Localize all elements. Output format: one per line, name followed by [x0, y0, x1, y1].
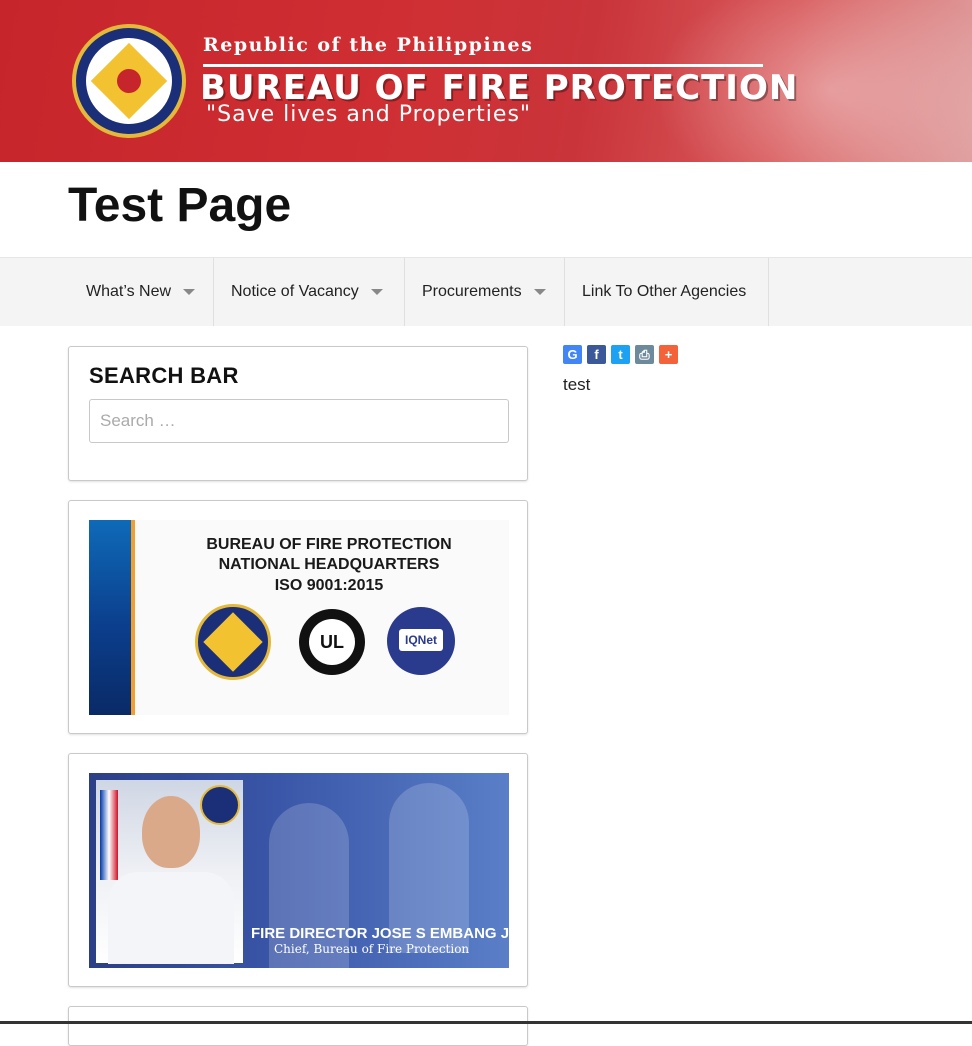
chevron-down-icon	[533, 289, 546, 295]
more-icon[interactable]: +	[659, 345, 678, 364]
iso-certification-banner[interactable]: BUREAU OF FIRE PROTECTION NATIONAL HEADQ…	[89, 520, 509, 715]
bfp-seal-icon	[200, 785, 240, 825]
chief-uniform	[108, 872, 234, 964]
nav-item-link-to-other-agencies[interactable]: Link To Other Agencies	[565, 258, 769, 326]
nav-label: Procurements	[422, 283, 522, 300]
iso-line-headquarters: NATIONAL HEADQUARTERS	[218, 556, 440, 573]
iso-certification-widget: BUREAU OF FIRE PROTECTION NATIONAL HEADQ…	[68, 500, 528, 734]
search-widget-title: SEARCH BAR	[89, 363, 239, 388]
chevron-down-icon	[183, 289, 196, 295]
header-motto: "Save lives and Properties"	[206, 102, 532, 127]
nav-label: Notice of Vacancy	[231, 283, 359, 300]
search-widget: SEARCH BAR	[68, 346, 528, 481]
nav-item-procurements[interactable]: Procurements	[405, 258, 565, 326]
chief-profile-widget: FIRE DIRECTOR JOSE S EMBANG JR Chief, Bu…	[68, 753, 528, 987]
iso-banner-stripe	[89, 520, 131, 715]
page-title: Test Page	[68, 179, 292, 232]
nav-label: Link To Other Agencies	[582, 283, 747, 300]
site-header-banner[interactable]: Republic of the Philippines BUREAU OF FI…	[0, 0, 972, 162]
iqnet-certified-icon: IQNet	[387, 607, 455, 675]
header-republic-text: Republic of the Philippines	[203, 34, 534, 56]
print-icon[interactable]: ⎙	[635, 345, 654, 364]
chief-name: FIRE DIRECTOR JOSE S EMBANG JR	[251, 925, 509, 942]
iso-line-standard: ISO 9001:2015	[274, 577, 384, 594]
facebook-icon[interactable]: f	[587, 345, 606, 364]
search-input[interactable]	[89, 399, 509, 443]
bfp-seal-logo[interactable]	[72, 24, 186, 138]
chief-role: Chief, Bureau of Fire Protection	[274, 942, 470, 956]
iso-line-bureau: BUREAU OF FIRE PROTECTION	[206, 536, 452, 553]
nav-label: What’s New	[86, 283, 172, 300]
nav-item-notice-of-vacancy[interactable]: Notice of Vacancy	[214, 258, 405, 326]
bfp-seal-icon	[195, 604, 271, 680]
iso-banner-accent	[131, 520, 135, 715]
twitter-icon[interactable]: t	[611, 345, 630, 364]
next-widget	[68, 1006, 528, 1046]
chief-face	[142, 796, 200, 868]
main-navigation: What’s New Notice of Vacancy Procurement…	[0, 257, 972, 326]
share-buttons: G f t ⎙ +	[563, 345, 678, 364]
ul-registered-firm-icon: UL	[299, 609, 365, 675]
header-rule	[203, 64, 763, 67]
seal-center	[117, 69, 141, 93]
chevron-down-icon	[370, 289, 383, 295]
page-content-text: test	[563, 375, 591, 394]
nav-item-whats-new[interactable]: What’s New	[68, 258, 214, 326]
chief-banner[interactable]: FIRE DIRECTOR JOSE S EMBANG JR Chief, Bu…	[89, 773, 509, 968]
google-icon[interactable]: G	[563, 345, 582, 364]
philippine-flag	[100, 790, 118, 880]
